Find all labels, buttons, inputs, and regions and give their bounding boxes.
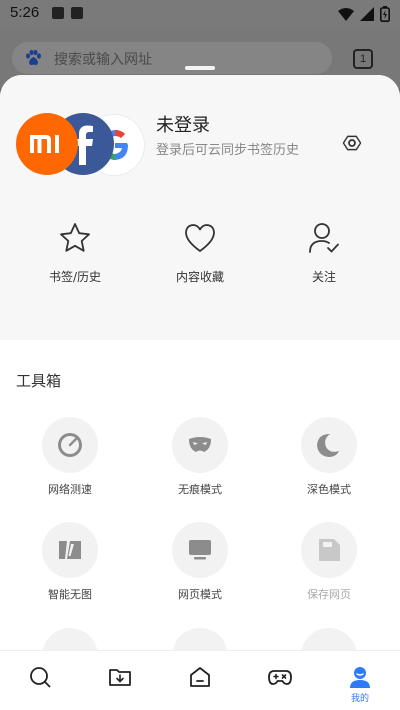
status-time: 5:26 [10, 4, 40, 21]
login-subtitle: 登录后可云同步书签历史 [156, 143, 300, 158]
tool-dark-mode[interactable]: 深色模式 [274, 417, 384, 497]
nav-games[interactable] [240, 651, 320, 710]
quick-actions-row: 书签/历史 内容收藏 关注 [0, 220, 400, 300]
home-icon [190, 667, 210, 687]
desktop-icon [189, 540, 211, 560]
me-panel-sheet: 未登录 登录后可云同步书签历史 书签/历史 内容收藏 关注 工具箱 网络测速 无… [0, 75, 400, 710]
settings-hexagon-icon[interactable] [340, 131, 364, 155]
tool-incognito-mode[interactable]: 无痕模式 [145, 417, 255, 497]
heart-icon [185, 224, 215, 252]
speedometer-icon [58, 433, 82, 457]
background-search-bar[interactable]: 搜索或输入网址 [12, 42, 332, 74]
tool-label: 保存网页 [307, 588, 351, 601]
tool-icon-circle [172, 417, 228, 473]
login-status-title[interactable]: 未登录 [156, 111, 210, 137]
tool-smart-no-image[interactable]: 智能无图 [15, 522, 125, 602]
user-icon [350, 667, 370, 688]
mask-icon [189, 437, 211, 452]
star-icon [60, 223, 90, 252]
quick-action-content-favorites[interactable]: 内容收藏 [150, 220, 250, 300]
save-page-icon [319, 539, 340, 561]
tool-icon-circle [301, 417, 357, 473]
tool-icon-circle [42, 522, 98, 578]
toolbox-title: 工具箱 [16, 372, 62, 390]
tool-network-speed-test[interactable]: 网络测速 [15, 417, 125, 497]
tool-label: 智能无图 [48, 588, 92, 601]
nav-search[interactable] [0, 651, 80, 710]
search-placeholder: 搜索或输入网址 [54, 52, 152, 68]
bottom-navigation: 我的 [0, 650, 400, 710]
battery-icon [380, 6, 390, 22]
follow-user-icon [309, 223, 339, 253]
mi-logo [16, 113, 78, 175]
quick-action-label: 书签/历史 [48, 270, 102, 284]
tool-desktop-mode[interactable]: 网页模式 [145, 522, 255, 602]
status-bar: 5:26 [0, 0, 400, 28]
tool-label: 网页模式 [178, 588, 222, 601]
tool-label: 无痕模式 [178, 483, 222, 496]
quick-action-label: 内容收藏 [175, 270, 224, 284]
sheet-drag-handle[interactable] [185, 66, 215, 70]
quick-action-follow[interactable]: 关注 [274, 220, 374, 300]
account-section: 未登录 登录后可云同步书签历史 书签/历史 内容收藏 关注 [0, 75, 400, 340]
status-notification-icons [52, 7, 83, 19]
nav-me-label: 我的 [350, 694, 369, 704]
gallery-notification-icon [52, 7, 64, 19]
wifi-icon [338, 7, 354, 21]
tool-icon-circle [301, 522, 357, 578]
paw-icon [26, 49, 41, 65]
login-provider-logos[interactable] [16, 113, 146, 177]
app-notification-icon [71, 7, 83, 19]
quick-action-bookmarks-history[interactable]: 书签/历史 [25, 220, 125, 300]
signal-icon [360, 7, 374, 21]
status-system-icons [338, 6, 390, 22]
gamepad-icon [268, 670, 292, 685]
search-icon [30, 667, 51, 688]
tool-icon-circle [42, 417, 98, 473]
no-image-icon [59, 541, 81, 559]
quick-action-label: 关注 [311, 270, 336, 284]
tool-save-page[interactable]: 保存网页 [274, 522, 384, 602]
nav-downloads[interactable] [80, 651, 160, 710]
tool-label: 网络测速 [48, 483, 92, 496]
nav-home[interactable] [160, 651, 240, 710]
moon-icon [317, 434, 339, 457]
tabs-count-button[interactable]: 1 [353, 49, 373, 69]
tool-label: 深色模式 [307, 483, 351, 496]
nav-me[interactable]: 我的 [320, 651, 400, 710]
tool-icon-circle [172, 522, 228, 578]
download-folder-icon [109, 669, 131, 686]
